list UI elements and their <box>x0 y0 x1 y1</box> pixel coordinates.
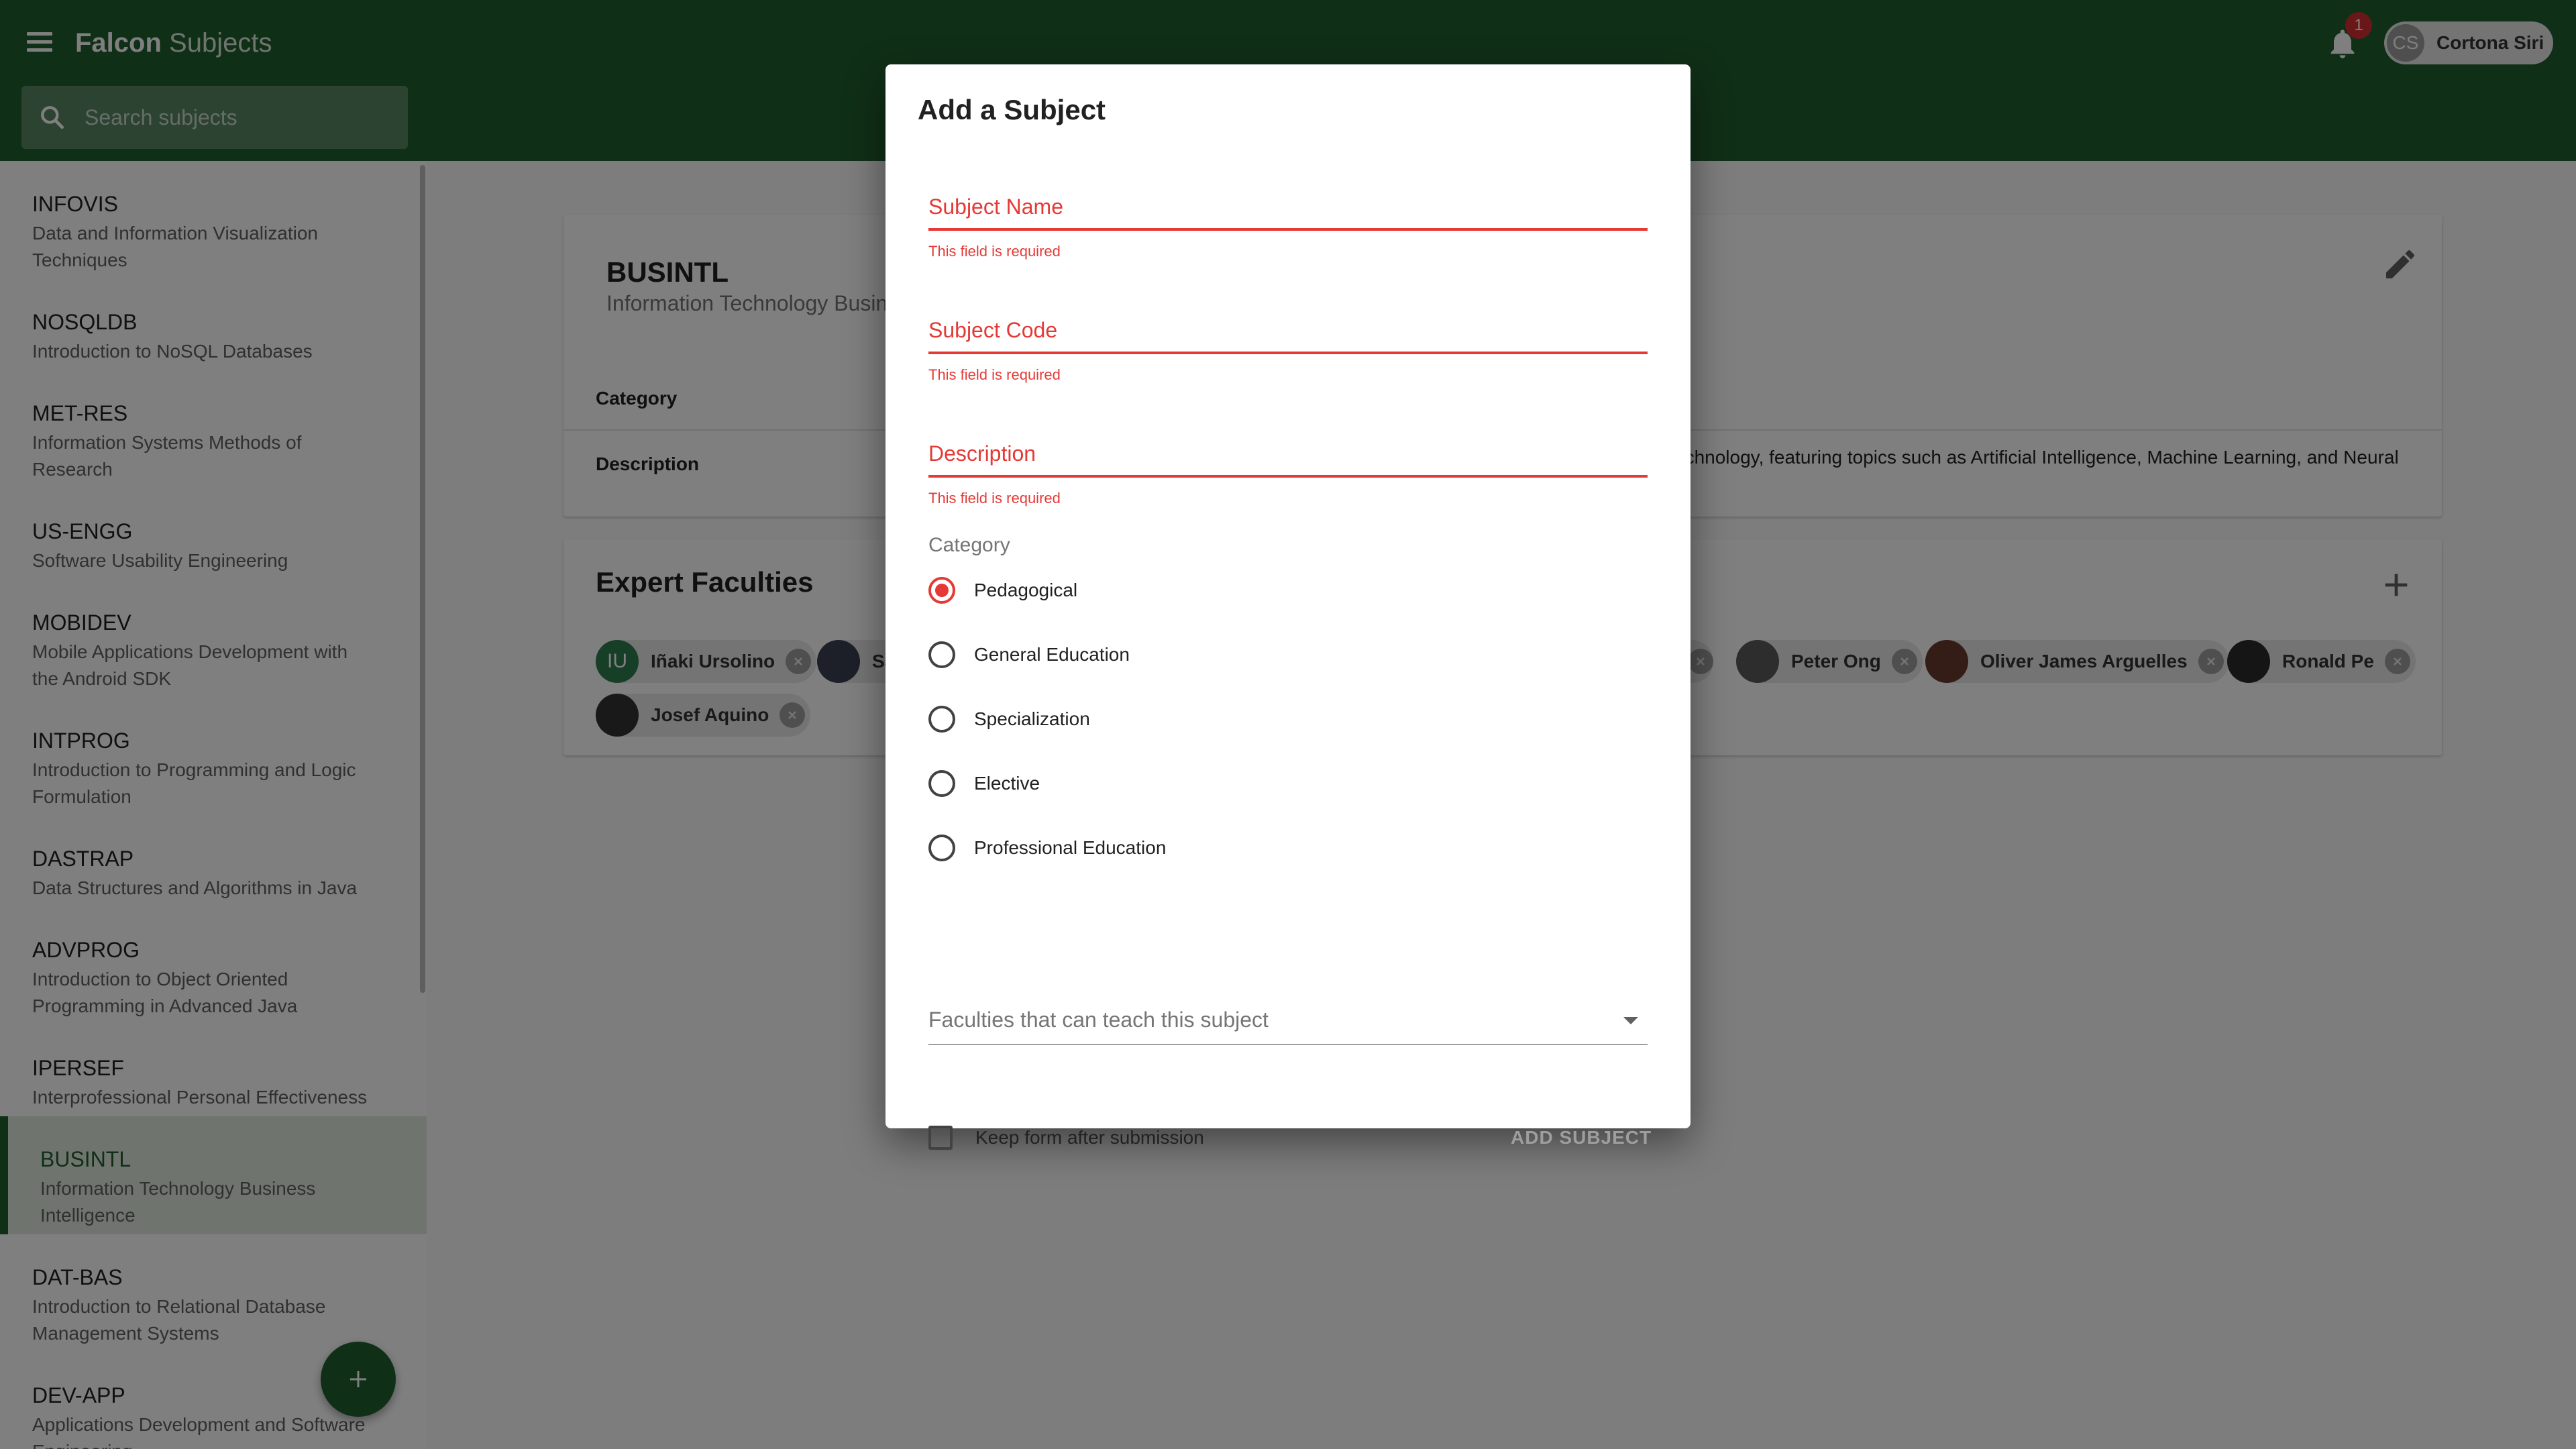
faculties-select[interactable]: Faculties that can teach this subject <box>928 1004 1648 1045</box>
field-label: Description <box>928 441 1036 466</box>
radio-label: Pedagogical <box>974 580 1078 600</box>
radio-button[interactable] <box>928 641 955 668</box>
radio-button[interactable] <box>928 835 955 861</box>
field-underline <box>928 352 1648 354</box>
select-placeholder: Faculties that can teach this subject <box>928 1008 1269 1032</box>
field-error: This field is required <box>928 243 1061 260</box>
radio-specialization[interactable]: Specialization <box>928 706 1090 733</box>
subject-name-field[interactable]: Subject Name This field is required <box>928 193 1648 260</box>
radio-button[interactable] <box>928 706 955 733</box>
radio-label: Specialization <box>974 708 1090 729</box>
description-field[interactable]: Description This field is required <box>928 440 1648 507</box>
field-error: This field is required <box>928 490 1061 506</box>
radio-pedagogical[interactable]: Pedagogical <box>928 577 1077 604</box>
field-label: Subject Code <box>928 318 1058 342</box>
checkbox-label: Keep form after submission <box>975 1127 1204 1148</box>
dropdown-arrow-icon <box>1623 1017 1638 1024</box>
keep-form-checkbox-row[interactable]: Keep form after submission <box>928 1126 1204 1150</box>
add-subject-button[interactable]: ADD SUBJECT <box>1504 1122 1658 1154</box>
add-subject-dialog: Add a Subject Subject Name This field is… <box>885 64 1690 1150</box>
radio-professional-education[interactable]: Professional Education <box>928 835 1166 861</box>
field-label: Subject Name <box>928 195 1063 219</box>
radio-label: Professional Education <box>974 837 1167 858</box>
keep-form-checkbox[interactable] <box>928 1126 953 1150</box>
category-group-label: Category <box>928 534 1010 556</box>
radio-button[interactable] <box>928 770 955 797</box>
radio-label: General Education <box>974 644 1130 665</box>
field-underline <box>928 228 1648 231</box>
radio-button[interactable] <box>928 577 955 604</box>
radio-general-education[interactable]: General Education <box>928 641 1130 668</box>
subject-code-field[interactable]: Subject Code This field is required <box>928 317 1648 384</box>
radio-label: Elective <box>974 773 1040 794</box>
field-error: This field is required <box>928 366 1061 383</box>
field-underline <box>928 475 1648 478</box>
dialog-title: Add a Subject <box>918 94 1106 125</box>
radio-elective[interactable]: Elective <box>928 770 1040 797</box>
